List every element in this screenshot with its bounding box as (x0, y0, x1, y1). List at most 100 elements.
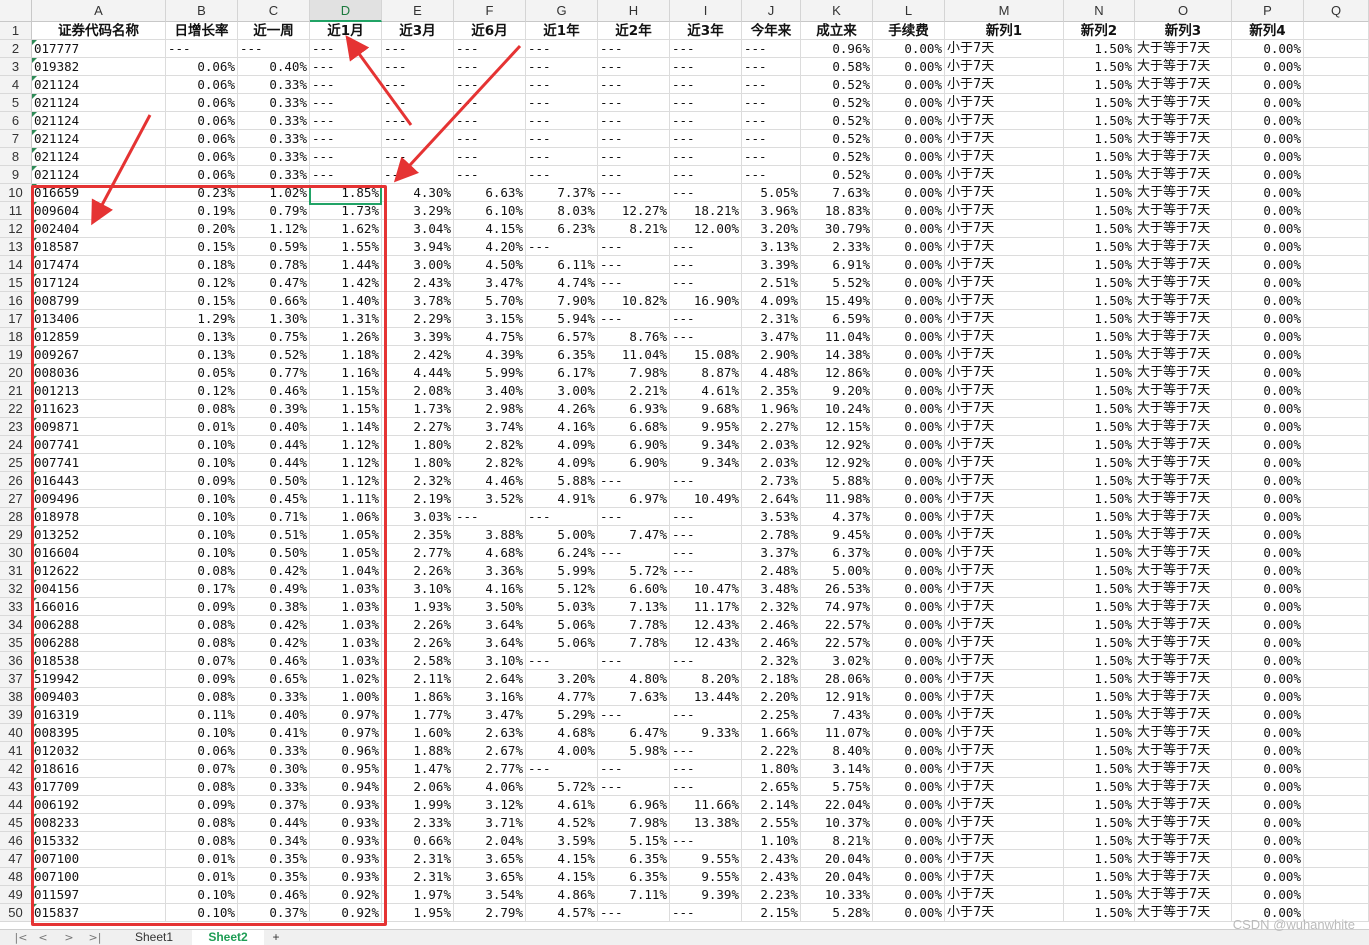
data-cell[interactable]: 0.06% (166, 58, 238, 76)
fund-code-cell[interactable]: 017777 (32, 40, 166, 58)
data-cell[interactable]: 0.95% (310, 760, 382, 778)
data-cell[interactable]: 0.00% (1232, 544, 1304, 562)
data-cell[interactable]: 1.47% (382, 760, 454, 778)
data-cell[interactable]: 0.00% (1232, 508, 1304, 526)
data-cell[interactable]: 0.01% (166, 418, 238, 436)
data-cell[interactable]: 2.43% (742, 850, 801, 868)
data-cell[interactable]: --- (670, 778, 742, 796)
fund-code-cell[interactable]: 009496 (32, 490, 166, 508)
data-cell[interactable]: 0.34% (238, 832, 310, 850)
data-cell[interactable]: 12.43% (670, 634, 742, 652)
data-cell[interactable]: 大于等于7天 (1135, 436, 1232, 454)
data-cell[interactable]: 小于7天 (945, 328, 1064, 346)
data-cell[interactable]: 3.36% (454, 562, 526, 580)
data-cell[interactable]: 6.91% (801, 256, 873, 274)
data-cell[interactable]: --- (742, 94, 801, 112)
data-cell[interactable]: 3.02% (801, 652, 873, 670)
data-cell[interactable]: 0.00% (1232, 832, 1304, 850)
data-cell[interactable]: 1.50% (1064, 580, 1135, 598)
data-cell[interactable]: 2.29% (382, 310, 454, 328)
data-cell[interactable]: 0.00% (873, 202, 945, 220)
data-cell[interactable]: 2.19% (382, 490, 454, 508)
data-cell[interactable]: 5.99% (526, 562, 598, 580)
row-header[interactable]: 37 (0, 670, 32, 688)
data-cell[interactable]: 大于等于7天 (1135, 742, 1232, 760)
data-cell[interactable]: --- (382, 130, 454, 148)
first-sheet-nav-icon[interactable]: |< (10, 930, 32, 945)
data-cell[interactable]: 0.10% (166, 526, 238, 544)
data-cell[interactable]: 0.00% (1232, 796, 1304, 814)
data-cell[interactable]: --- (670, 652, 742, 670)
data-cell[interactable]: 小于7天 (945, 598, 1064, 616)
data-cell[interactable]: 1.50% (1064, 346, 1135, 364)
data-cell[interactable]: 8.03% (526, 202, 598, 220)
data-cell[interactable]: 3.96% (742, 202, 801, 220)
column-header-n[interactable]: N (1064, 0, 1135, 22)
data-cell[interactable]: 大于等于7天 (1135, 400, 1232, 418)
data-cell[interactable]: 大于等于7天 (1135, 328, 1232, 346)
data-cell[interactable]: 0.52% (801, 76, 873, 94)
data-cell[interactable]: 0.10% (166, 544, 238, 562)
data-cell[interactable]: 0.33% (238, 166, 310, 184)
data-cell[interactable]: 1.50% (1064, 796, 1135, 814)
data-cell[interactable]: --- (598, 184, 670, 202)
data-cell[interactable]: 6.35% (526, 346, 598, 364)
fund-code-cell[interactable]: 012622 (32, 562, 166, 580)
data-cell[interactable]: 0.08% (166, 814, 238, 832)
data-cell[interactable]: 大于等于7天 (1135, 310, 1232, 328)
data-cell[interactable]: 3.47% (742, 328, 801, 346)
data-cell[interactable]: 2.26% (382, 616, 454, 634)
data-cell[interactable]: 1.50% (1064, 202, 1135, 220)
data-cell[interactable]: 8.87% (670, 364, 742, 382)
data-cell[interactable]: 0.00% (873, 778, 945, 796)
row-header[interactable]: 22 (0, 400, 32, 418)
data-cell[interactable]: 0.00% (873, 472, 945, 490)
data-cell[interactable]: 1.50% (1064, 382, 1135, 400)
data-cell[interactable]: --- (526, 112, 598, 130)
data-cell[interactable]: --- (382, 58, 454, 76)
column-header-p[interactable]: P (1232, 0, 1304, 22)
data-cell[interactable]: 0.12% (166, 382, 238, 400)
empty-cell[interactable] (1304, 616, 1369, 634)
data-cell[interactable]: 1.86% (382, 688, 454, 706)
data-cell[interactable]: 5.88% (526, 472, 598, 490)
prev-sheet-nav-icon[interactable]: < (32, 930, 54, 945)
data-cell[interactable]: 5.15% (598, 832, 670, 850)
data-cell[interactable]: --- (598, 94, 670, 112)
data-cell[interactable]: 3.16% (454, 688, 526, 706)
data-cell[interactable]: 10.49% (670, 490, 742, 508)
fund-code-cell[interactable]: 007100 (32, 868, 166, 886)
header-cell[interactable]: 近6月 (454, 22, 526, 40)
data-cell[interactable]: 13.44% (670, 688, 742, 706)
data-cell[interactable]: --- (454, 58, 526, 76)
data-cell[interactable]: 0.01% (166, 868, 238, 886)
empty-cell[interactable] (1304, 832, 1369, 850)
data-cell[interactable]: 1.50% (1064, 670, 1135, 688)
data-cell[interactable]: 0.00% (873, 868, 945, 886)
fund-code-cell[interactable]: 016659 (32, 184, 166, 202)
data-cell[interactable]: 0.09% (166, 472, 238, 490)
data-cell[interactable]: 小于7天 (945, 526, 1064, 544)
data-cell[interactable]: 0.00% (1232, 202, 1304, 220)
data-cell[interactable]: 小于7天 (945, 400, 1064, 418)
data-cell[interactable]: 0.00% (873, 166, 945, 184)
data-cell[interactable]: 1.96% (742, 400, 801, 418)
data-cell[interactable]: --- (742, 76, 801, 94)
data-cell[interactable]: 0.00% (873, 274, 945, 292)
data-cell[interactable]: --- (526, 148, 598, 166)
data-cell[interactable]: 小于7天 (945, 778, 1064, 796)
data-cell[interactable]: 1.50% (1064, 724, 1135, 742)
data-cell[interactable]: 5.29% (526, 706, 598, 724)
data-cell[interactable]: 0.00% (873, 490, 945, 508)
data-cell[interactable]: 1.42% (310, 274, 382, 292)
empty-cell[interactable] (1304, 454, 1369, 472)
row-header[interactable]: 46 (0, 832, 32, 850)
data-cell[interactable]: 9.68% (670, 400, 742, 418)
data-cell[interactable]: 0.00% (1232, 436, 1304, 454)
data-cell[interactable]: 4.39% (454, 346, 526, 364)
fund-code-cell[interactable]: 013406 (32, 310, 166, 328)
data-cell[interactable]: 2.51% (742, 274, 801, 292)
data-cell[interactable]: 1.50% (1064, 148, 1135, 166)
data-cell[interactable]: 3.74% (454, 418, 526, 436)
data-cell[interactable]: 3.00% (526, 382, 598, 400)
